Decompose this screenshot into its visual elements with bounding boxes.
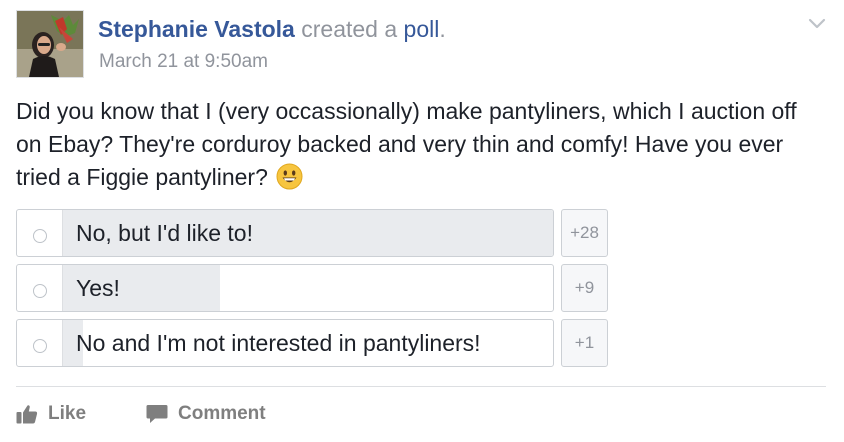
radio-cell: [17, 320, 63, 366]
post-options-chevron-icon[interactable]: [806, 12, 828, 34]
post-message-text: Did you know that I (very occassionally)…: [16, 98, 797, 190]
poll-radio-button[interactable]: [33, 284, 47, 298]
author-name[interactable]: Stephanie Vastola: [98, 16, 295, 42]
grinning-face-icon: [276, 163, 303, 190]
timestamp[interactable]: March 21 at 9:50am: [99, 50, 268, 74]
avatar-photo: [17, 11, 83, 77]
post-header: Stephanie Vastola created a poll.: [98, 14, 446, 44]
poll-option-box[interactable]: No and I'm not interested in pantyliners…: [16, 319, 554, 367]
poll-option: No, but I'd like to! +28: [16, 209, 608, 257]
poll-link[interactable]: poll: [404, 16, 440, 42]
radio-cell: [17, 265, 63, 311]
poll-option-label: No, but I'd like to!: [76, 220, 253, 246]
vote-count-button[interactable]: +9: [561, 264, 608, 312]
vote-count-button[interactable]: +1: [561, 319, 608, 367]
avatar[interactable]: [16, 10, 84, 78]
action-text: created a: [301, 16, 398, 42]
comment-label: Comment: [178, 403, 266, 424]
vote-count-button[interactable]: +28: [561, 209, 608, 257]
poll-option: No and I'm not interested in pantyliners…: [16, 319, 608, 367]
thumbs-up-icon: [16, 404, 38, 424]
poll-option-box[interactable]: No, but I'd like to!: [16, 209, 554, 257]
poll-post: Stephanie Vastola created a poll. March …: [0, 0, 844, 442]
comment-button[interactable]: Comment: [146, 398, 266, 430]
poll-radio-button[interactable]: [33, 229, 47, 243]
like-label: Like: [48, 403, 87, 424]
poll-option-label: Yes!: [76, 275, 120, 301]
poll-radio-button[interactable]: [33, 339, 47, 353]
poll-option-box[interactable]: Yes!: [16, 264, 554, 312]
radio-cell: [17, 210, 63, 256]
post-message: Did you know that I (very occassionally)…: [16, 95, 828, 194]
period: .: [439, 16, 446, 42]
like-button[interactable]: Like: [16, 398, 86, 430]
comment-bubble-icon: [146, 404, 168, 424]
poll-option: Yes! +9: [16, 264, 608, 312]
divider: [16, 386, 826, 387]
poll-option-label: No and I'm not interested in pantyliners…: [76, 330, 481, 356]
